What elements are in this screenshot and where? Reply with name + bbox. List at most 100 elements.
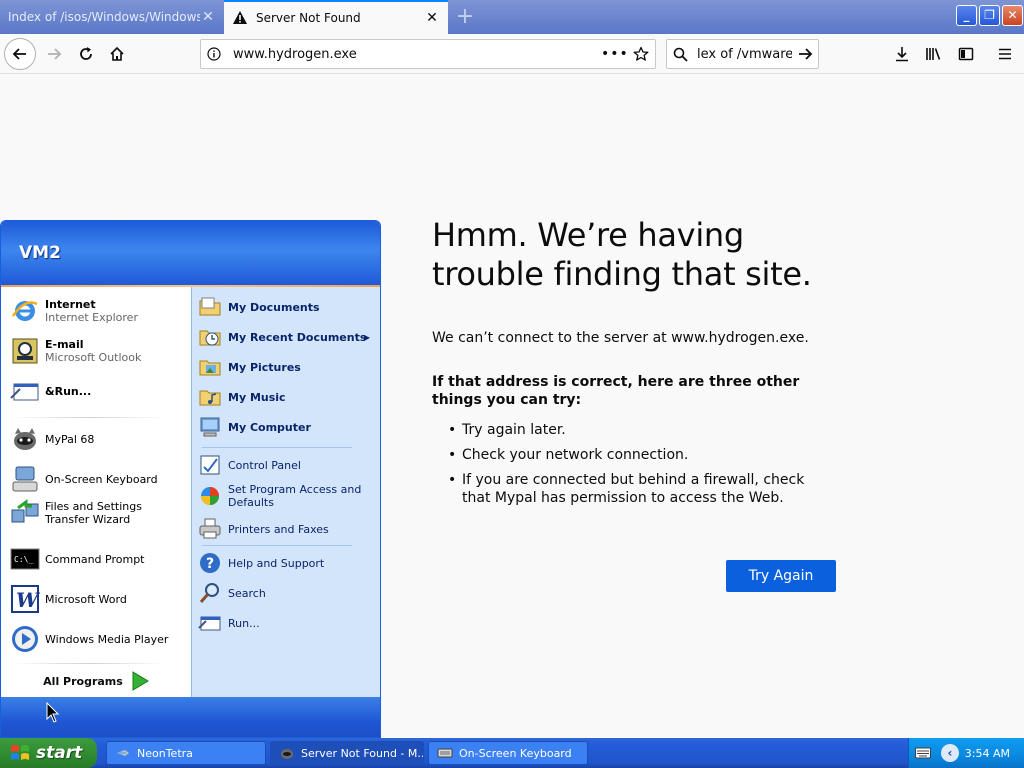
all-programs-button[interactable]: All Programs bbox=[1, 665, 191, 697]
pinned-subtitle: Microsoft Outlook bbox=[45, 351, 142, 364]
task-label: NeonTetra bbox=[137, 746, 193, 760]
help-and-support[interactable]: ? Help and Support bbox=[198, 551, 378, 575]
keyboard-icon bbox=[9, 463, 41, 495]
nav-bar: www.hydrogen.exe ••• lex of /vmware/ bbox=[0, 34, 1024, 74]
reload-button[interactable] bbox=[70, 38, 102, 70]
keyboard-tray-icon[interactable] bbox=[915, 746, 931, 760]
bookmark-star-icon[interactable] bbox=[627, 46, 655, 62]
task-neontetra[interactable]: NeonTetra bbox=[106, 741, 266, 765]
close-tab-icon[interactable]: ✕ bbox=[424, 10, 440, 26]
search-input[interactable]: lex of /vmware/ bbox=[693, 47, 792, 62]
printer-icon bbox=[198, 517, 222, 541]
user-name: VM2 bbox=[19, 243, 61, 263]
recent-label: MyPal 68 bbox=[45, 432, 95, 446]
minimize-button[interactable]: _ bbox=[956, 5, 977, 26]
start-menu-right-pane: My Documents My Recent Documents ▶ My Pi… bbox=[191, 287, 380, 697]
pictures-icon bbox=[198, 355, 222, 379]
url-bar[interactable]: www.hydrogen.exe ••• bbox=[200, 39, 656, 69]
recent-osk[interactable]: On-Screen Keyboard bbox=[9, 463, 187, 495]
pinned-title: &Run... bbox=[45, 384, 92, 398]
run-icon bbox=[198, 611, 222, 635]
menu-label: Printers and Faxes bbox=[228, 522, 329, 536]
menu-icon[interactable] bbox=[994, 43, 1016, 65]
recent-cmd[interactable]: C:\_ Command Prompt bbox=[9, 543, 187, 575]
windows-logo-icon bbox=[11, 745, 29, 760]
library-icon[interactable] bbox=[923, 43, 945, 65]
pinned-run[interactable]: &Run... bbox=[9, 375, 187, 407]
recent-wmp[interactable]: Windows Media Player bbox=[9, 623, 187, 655]
menu-label: Help and Support bbox=[228, 556, 325, 570]
outlook-icon bbox=[9, 335, 41, 367]
run[interactable]: Run... bbox=[198, 611, 378, 635]
my-pictures[interactable]: My Pictures bbox=[198, 355, 378, 379]
forward-button[interactable] bbox=[38, 38, 70, 70]
try-again-button[interactable]: Try Again bbox=[726, 560, 836, 592]
my-music[interactable]: My Music bbox=[198, 385, 378, 409]
pinned-email[interactable]: E-mail Microsoft Outlook bbox=[9, 335, 187, 367]
search-bar[interactable]: lex of /vmware/ bbox=[666, 39, 819, 69]
my-recent-documents[interactable]: My Recent Documents ▶ bbox=[198, 325, 378, 349]
home-button[interactable] bbox=[101, 38, 133, 70]
tab-strip: Index of /isos/Windows/Windows_Vist ✕ Se… bbox=[0, 0, 1024, 34]
error-subtitle: If that address is correct, here are thr… bbox=[432, 374, 800, 408]
recent-label: Microsoft Word bbox=[45, 592, 127, 606]
ie-icon bbox=[9, 295, 41, 327]
task-on-screen-keyboard[interactable]: On-Screen Keyboard bbox=[428, 741, 588, 765]
printers-faxes[interactable]: Printers and Faxes bbox=[198, 517, 378, 541]
wmp-icon bbox=[9, 623, 41, 655]
error-page: Hmm. We’re having trouble finding that s… bbox=[432, 216, 852, 592]
recent-docs-icon bbox=[198, 325, 222, 349]
close-tab-icon[interactable]: ✕ bbox=[200, 9, 216, 25]
program-access-defaults[interactable]: Set Program Access and Defaults bbox=[198, 483, 378, 509]
suggestion-list: Try again later. Check your network conn… bbox=[432, 421, 852, 507]
recent-transfer-wizard[interactable]: Files and Settings Transfer Wizard bbox=[9, 497, 187, 529]
menu-label: My Recent Documents bbox=[228, 330, 367, 344]
run-icon bbox=[9, 375, 41, 407]
downloads-icon[interactable] bbox=[891, 43, 913, 65]
start-label: start bbox=[36, 743, 83, 763]
separator bbox=[202, 545, 352, 546]
url-text[interactable]: www.hydrogen.exe bbox=[227, 47, 601, 62]
menu-label: Search bbox=[228, 586, 266, 600]
back-button[interactable] bbox=[4, 38, 36, 70]
pinned-internet[interactable]: Internet Internet Explorer bbox=[9, 295, 187, 327]
restore-button[interactable]: ❐ bbox=[979, 5, 1000, 26]
new-tab-button[interactable]: + bbox=[452, 4, 478, 30]
taskbar: start NeonTetra Server Not Found - M... … bbox=[0, 738, 1024, 768]
start-menu-body: Internet Internet Explorer E-mail Microsof… bbox=[1, 287, 380, 697]
tab-index-of[interactable]: Index of /isos/Windows/Windows_Vist ✕ bbox=[0, 0, 224, 34]
search[interactable]: Search bbox=[198, 581, 378, 605]
task-server-not-found[interactable]: Server Not Found - M... bbox=[270, 741, 424, 765]
my-computer[interactable]: My Computer bbox=[198, 415, 378, 439]
page-actions-icon[interactable]: ••• bbox=[601, 46, 628, 62]
recent-mypal[interactable]: MyPal 68 bbox=[9, 423, 187, 455]
sidebar-icon[interactable] bbox=[955, 43, 977, 65]
menu-label: Control Panel bbox=[228, 458, 301, 472]
separator bbox=[11, 417, 167, 418]
search-go-icon[interactable] bbox=[792, 46, 818, 62]
tab-server-not-found[interactable]: Server Not Found ✕ bbox=[224, 0, 448, 34]
recent-word[interactable]: W Microsoft Word bbox=[9, 583, 187, 615]
warning-icon bbox=[233, 11, 247, 24]
suggestion-item: Try again later. bbox=[448, 421, 828, 439]
info-icon[interactable] bbox=[201, 47, 227, 61]
my-documents[interactable]: My Documents bbox=[198, 295, 378, 319]
separator bbox=[202, 447, 352, 448]
reload-icon bbox=[80, 47, 92, 60]
start-menu-header: VM2 bbox=[1, 221, 380, 285]
menu-label: My Documents bbox=[228, 300, 320, 314]
control-panel[interactable]: Control Panel bbox=[198, 453, 378, 477]
cmd-icon: C:\_ bbox=[9, 543, 41, 575]
close-window-button[interactable]: ✕ bbox=[1002, 5, 1023, 26]
pinned-title: Internet bbox=[45, 298, 96, 311]
help-icon: ? bbox=[198, 551, 222, 575]
collapse-tray-icon[interactable]: ‹ bbox=[941, 744, 959, 762]
neontetra-icon bbox=[117, 750, 129, 756]
recent-label: Windows Media Player bbox=[45, 632, 169, 646]
pinned-title: E-mail bbox=[45, 338, 84, 351]
tab-title: Index of /isos/Windows/Windows_Vist bbox=[8, 10, 200, 24]
start-button[interactable]: start bbox=[0, 738, 97, 768]
search-icon bbox=[198, 581, 222, 605]
start-menu-left-pane: Internet Internet Explorer E-mail Microsof… bbox=[1, 287, 191, 697]
home-icon bbox=[110, 46, 124, 61]
